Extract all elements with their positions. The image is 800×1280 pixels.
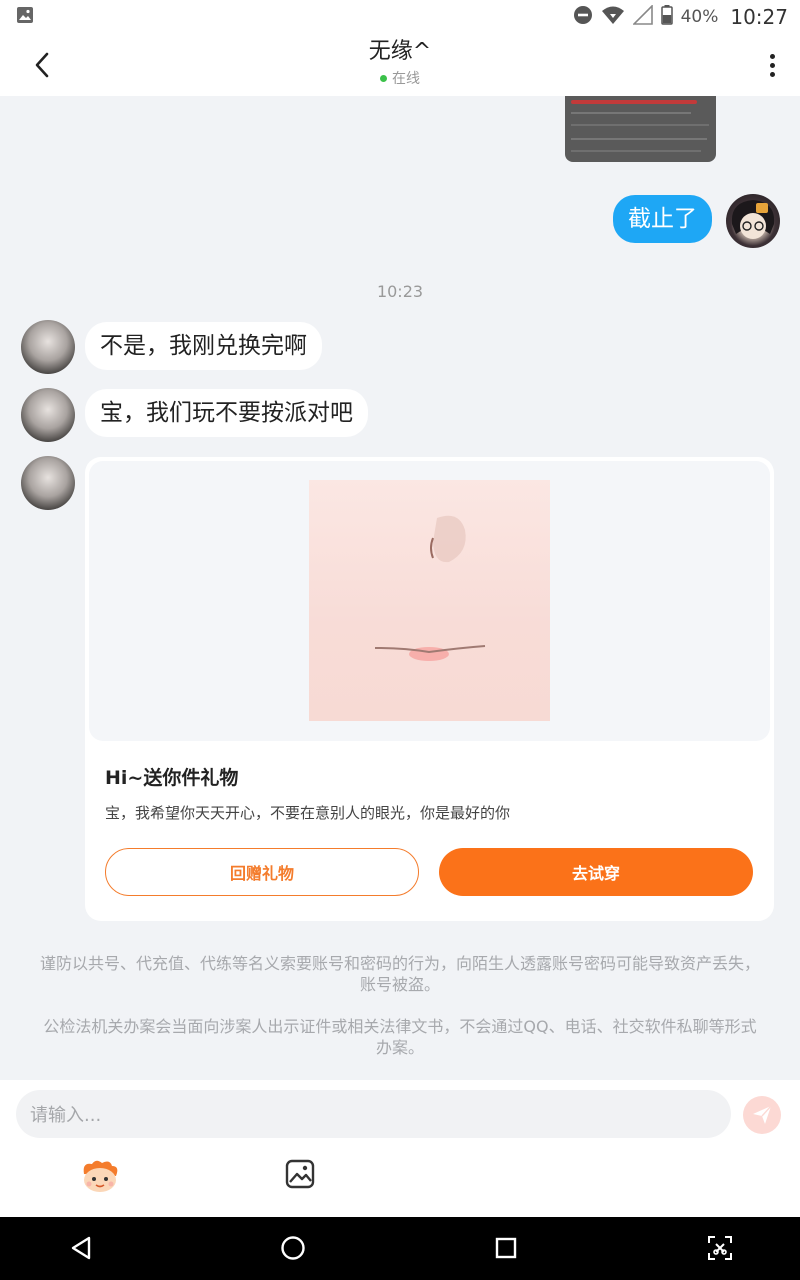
message-input[interactable]: 请输入... — [16, 1090, 731, 1138]
time-divider: 10:23 — [376, 282, 424, 301]
gift-description: 宝，我希望你天天开心，不要在意别人的眼光，你是最好的你 — [105, 804, 511, 822]
image-icon — [285, 1159, 315, 1189]
my-avatar[interactable] — [726, 194, 780, 248]
nav-back-icon — [71, 1236, 91, 1260]
try-on-button[interactable]: 去试穿 — [439, 848, 753, 896]
chat-message-list[interactable]: 截止了 10:23 不是，我刚兑换完啊 宝，我们玩不要按派对吧 Hi~送你件礼物… — [0, 96, 800, 1080]
nav-recents-icon — [495, 1237, 517, 1259]
contact-avatar[interactable] — [21, 320, 75, 374]
screenshot-icon — [708, 1236, 732, 1260]
security-notice: 谨防以共号、代充值、代练等名义索要账号和密码的行为，向陌生人透露账号密码可能导致… — [39, 954, 760, 994]
online-status-label: 在线 — [392, 71, 420, 87]
battery-icon — [660, 4, 673, 30]
nav-back-button[interactable] — [64, 1231, 98, 1265]
return-gift-button[interactable]: 回赠礼物 — [105, 848, 419, 896]
system-navigation-bar — [0, 1217, 800, 1280]
more-dot-icon — [769, 71, 775, 77]
avatar-image — [731, 200, 775, 239]
nav-screenshot-button[interactable] — [703, 1231, 737, 1265]
clock: 10:27 — [730, 5, 788, 29]
gift-title: Hi~送你件礼物 — [105, 767, 239, 789]
gift-preview-area — [89, 461, 770, 741]
outgoing-message-bubble[interactable]: 截止了 — [613, 195, 712, 243]
contact-avatar[interactable] — [21, 388, 75, 442]
nav-home-button[interactable] — [276, 1231, 310, 1265]
online-status: 在线 — [380, 68, 420, 88]
composer: 请输入... — [0, 1080, 800, 1217]
online-dot-icon — [380, 74, 387, 82]
emoji-button[interactable] — [80, 1158, 120, 1194]
wifi-icon — [601, 5, 625, 30]
image-picker-button[interactable] — [284, 1158, 316, 1190]
more-dot-icon — [769, 62, 775, 68]
police-notice: 公检法机关办案会当面向涉案人出示证件或相关法律文书，不会通过QQ、电话、社交软件… — [43, 1017, 757, 1057]
battery-percent: 40% — [680, 7, 719, 27]
gift-face-makeup-image — [374, 515, 486, 661]
more-options-button[interactable] — [760, 48, 784, 82]
nav-home-icon — [281, 1236, 305, 1260]
do-not-disturb-icon — [573, 5, 593, 30]
image-notification-icon — [16, 6, 34, 28]
status-bar: 40% 10:27 — [0, 0, 800, 34]
chat-header: 无缘^ 在线 — [0, 34, 800, 96]
emoji-mascot-icon — [83, 1160, 118, 1192]
send-button[interactable] — [743, 1096, 781, 1134]
more-dot-icon — [769, 53, 775, 59]
contact-avatar[interactable] — [21, 456, 75, 510]
incoming-message-bubble[interactable]: 不是，我刚兑换完啊 — [85, 322, 322, 370]
gift-image[interactable] — [309, 480, 550, 721]
nav-recents-button[interactable] — [489, 1231, 523, 1265]
signal-icon — [631, 3, 653, 30]
image-message[interactable] — [565, 96, 716, 162]
gift-card[interactable]: Hi~送你件礼物 宝，我希望你天天开心，不要在意别人的眼光，你是最好的你 回赠礼… — [85, 457, 774, 921]
incoming-message-bubble[interactable]: 宝，我们玩不要按派对吧 — [85, 389, 368, 437]
contact-name: 无缘^ — [368, 39, 432, 64]
send-icon — [753, 1105, 772, 1124]
